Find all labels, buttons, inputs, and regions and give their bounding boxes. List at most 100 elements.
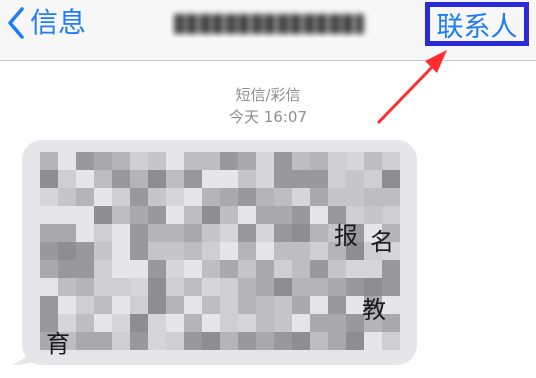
redaction-pixel bbox=[76, 242, 94, 260]
redaction-pixel bbox=[382, 278, 400, 296]
redaction-pixel bbox=[202, 152, 220, 170]
redaction-pixel bbox=[220, 206, 238, 224]
redaction-pixel bbox=[328, 314, 346, 332]
redaction-pixel bbox=[310, 170, 328, 188]
redaction-pixel bbox=[274, 278, 292, 296]
redaction-pixel bbox=[112, 188, 130, 206]
redaction-pixel bbox=[238, 152, 256, 170]
redaction-pixel bbox=[238, 296, 256, 314]
redaction-pixel bbox=[130, 152, 148, 170]
redaction-pixel bbox=[148, 152, 166, 170]
redacted-message-content bbox=[40, 152, 410, 352]
redaction-pixel bbox=[76, 296, 94, 314]
redaction-pixel bbox=[382, 152, 400, 170]
redaction-pixel bbox=[256, 170, 274, 188]
redaction-pixel bbox=[58, 224, 76, 242]
redaction-pixel bbox=[220, 296, 238, 314]
redaction-pixel bbox=[94, 332, 112, 350]
redaction-pixel bbox=[130, 188, 148, 206]
redaction-pixel bbox=[94, 170, 112, 188]
redaction-pixel bbox=[292, 278, 310, 296]
message-type-label: 短信/彩信 bbox=[235, 86, 301, 104]
redaction-pixel bbox=[274, 332, 292, 350]
redaction-pixel bbox=[202, 260, 220, 278]
redaction-pixel bbox=[184, 332, 202, 350]
redaction-pixel bbox=[292, 188, 310, 206]
redaction-pixel bbox=[220, 260, 238, 278]
redaction-pixel bbox=[58, 170, 76, 188]
redaction-pixel bbox=[130, 242, 148, 260]
redaction-pixel bbox=[364, 206, 382, 224]
redaction-pixel bbox=[94, 260, 112, 278]
redaction-pixel bbox=[292, 332, 310, 350]
redaction-pixel bbox=[328, 170, 346, 188]
conversation-title-redacted bbox=[170, 8, 370, 38]
redaction-pixel bbox=[76, 278, 94, 296]
text-fragment: 报 bbox=[334, 222, 358, 250]
redaction-pixel bbox=[112, 206, 130, 224]
back-label: 信息 bbox=[30, 6, 87, 39]
redaction-pixel bbox=[346, 278, 364, 296]
text-fragment: 名 bbox=[370, 228, 394, 256]
redaction-pixel bbox=[256, 296, 274, 314]
redaction-pixel bbox=[148, 170, 166, 188]
redaction-pixel bbox=[256, 332, 274, 350]
redaction-pixel bbox=[256, 314, 274, 332]
redaction-pixel bbox=[202, 188, 220, 206]
redaction-pixel bbox=[130, 206, 148, 224]
redaction-pixel bbox=[202, 242, 220, 260]
redaction-pixel bbox=[166, 224, 184, 242]
redaction-pixel bbox=[76, 332, 94, 350]
message-timestamp: 今天 16:07 bbox=[229, 108, 307, 126]
redaction-pixel bbox=[292, 152, 310, 170]
redaction-pixel bbox=[220, 314, 238, 332]
redaction-pixel bbox=[274, 170, 292, 188]
redaction-pixel bbox=[364, 170, 382, 188]
redaction-pixel bbox=[274, 260, 292, 278]
redaction-pixel bbox=[184, 242, 202, 260]
redaction-pixel bbox=[256, 224, 274, 242]
redaction-pixel bbox=[238, 170, 256, 188]
contacts-button[interactable]: 联系人 bbox=[425, 2, 529, 46]
redaction-pixel bbox=[76, 314, 94, 332]
redaction-pixel bbox=[220, 152, 238, 170]
redaction-pixel bbox=[328, 260, 346, 278]
redaction-pixel bbox=[58, 188, 76, 206]
redaction-pixel bbox=[148, 278, 166, 296]
redaction-pixel bbox=[238, 188, 256, 206]
redaction-pixel bbox=[40, 260, 58, 278]
redaction-pixel bbox=[148, 242, 166, 260]
redaction-pixel bbox=[328, 188, 346, 206]
redaction-pixel bbox=[256, 278, 274, 296]
redaction-pixel bbox=[310, 314, 328, 332]
redaction-pixel bbox=[238, 278, 256, 296]
redaction-pixel bbox=[166, 242, 184, 260]
redaction-pixel bbox=[364, 152, 382, 170]
redaction-pixel bbox=[382, 260, 400, 278]
redaction-pixel bbox=[166, 170, 184, 188]
redaction-pixel bbox=[184, 206, 202, 224]
redaction-pixel bbox=[310, 224, 328, 242]
redaction-pixel bbox=[274, 224, 292, 242]
redaction-pixel bbox=[58, 260, 76, 278]
redaction-pixel bbox=[310, 278, 328, 296]
redaction-pixel bbox=[274, 242, 292, 260]
redaction-pixel bbox=[94, 242, 112, 260]
back-button[interactable]: 信息 bbox=[6, 4, 86, 42]
redaction-pixel bbox=[112, 152, 130, 170]
redaction-pixel bbox=[274, 206, 292, 224]
redaction-pixel bbox=[166, 296, 184, 314]
redaction-pixel bbox=[274, 152, 292, 170]
redaction-pixel bbox=[94, 296, 112, 314]
redaction-pixel bbox=[292, 260, 310, 278]
redaction-pixel bbox=[382, 170, 400, 188]
redaction-pixel bbox=[328, 296, 346, 314]
redaction-pixel bbox=[148, 188, 166, 206]
redaction-pixel bbox=[130, 296, 148, 314]
redaction-pixel bbox=[364, 278, 382, 296]
redaction-pixel bbox=[346, 170, 364, 188]
redaction-pixel bbox=[238, 224, 256, 242]
redaction-pixel bbox=[148, 206, 166, 224]
redaction-pixel bbox=[292, 170, 310, 188]
redaction-pixel bbox=[364, 188, 382, 206]
